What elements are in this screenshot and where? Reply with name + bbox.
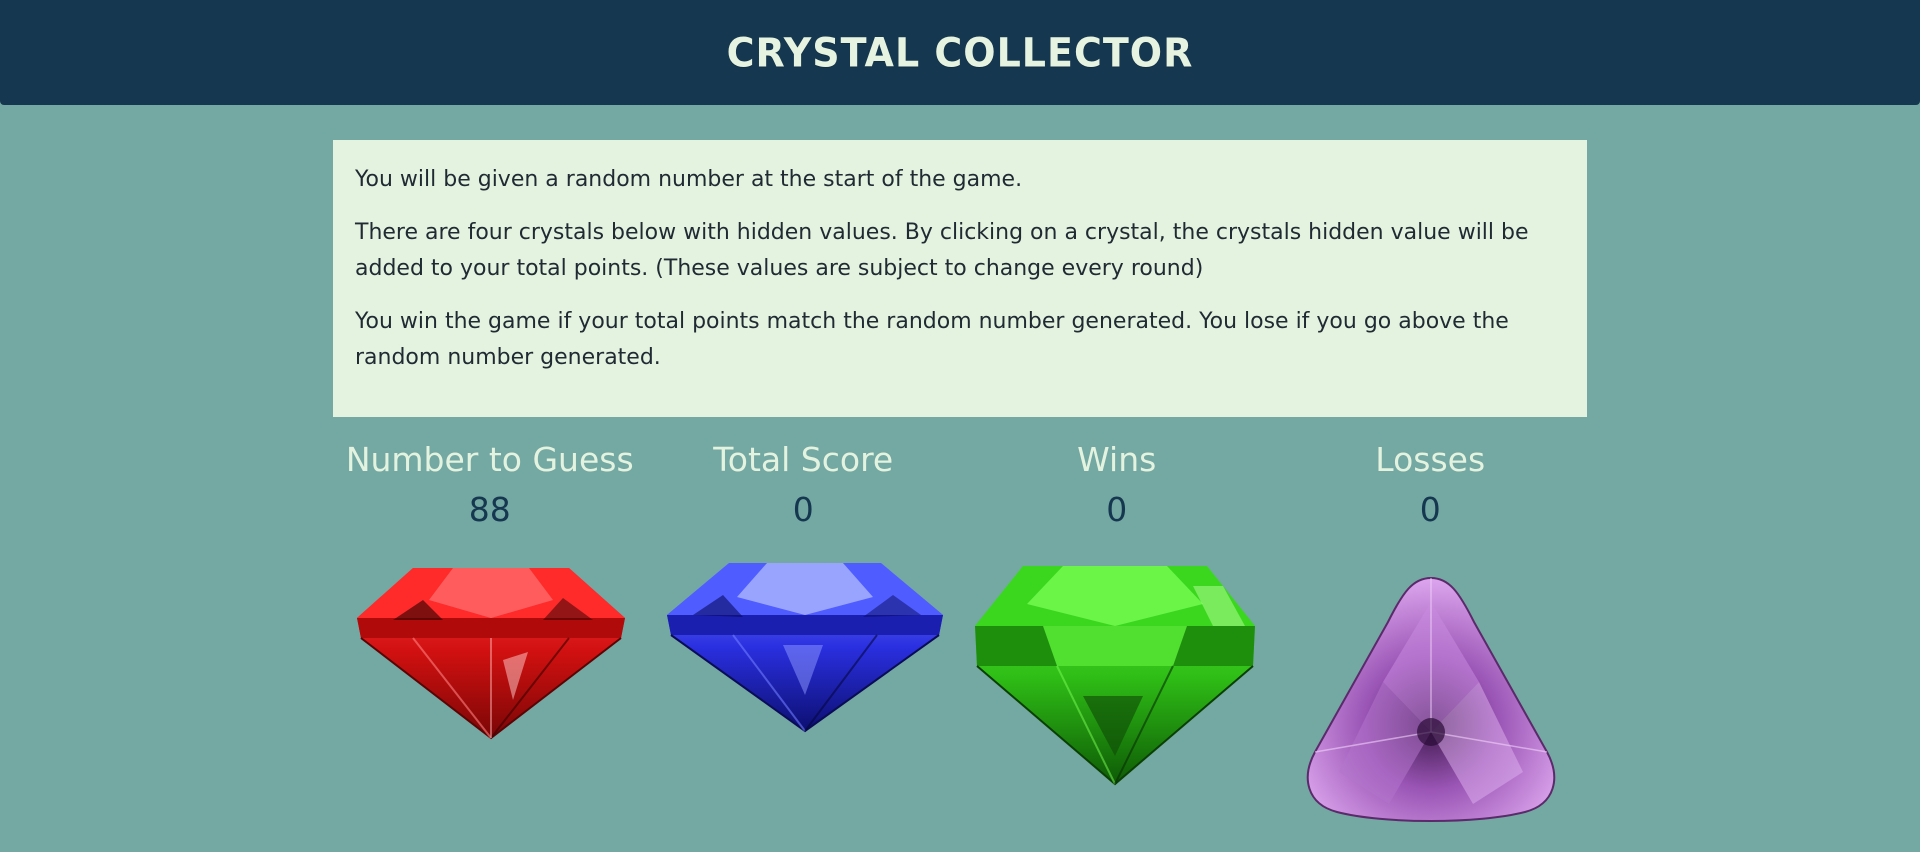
total-score-label: Total Score: [713, 440, 894, 479]
losses-value: 0: [1419, 490, 1441, 529]
instruction-paragraph-3: You win the game if your total points ma…: [355, 309, 1509, 370]
stats-row: Number to Guess 88 Total Score 0 Wins 0 …: [333, 435, 1587, 535]
stat-losses: Losses 0: [1274, 435, 1588, 535]
wins-value: 0: [1106, 490, 1128, 529]
stat-total-score: Total Score 0: [647, 435, 961, 535]
losses-label: Losses: [1375, 440, 1486, 479]
instruction-paragraph-1: You will be given a random number at the…: [355, 167, 1023, 192]
green-crystal[interactable]: [973, 556, 1257, 786]
instruction-paragraph-2: There are four crystals below with hidde…: [355, 220, 1529, 281]
page-title: CRYSTAL COLLECTOR: [726, 29, 1194, 76]
wins-label: Wins: [1077, 440, 1157, 479]
blue-crystal[interactable]: [663, 555, 947, 735]
stat-wins: Wins 0: [960, 435, 1274, 535]
stat-number-to-guess: Number to Guess 88: [333, 435, 647, 535]
purple-crystal[interactable]: [1299, 572, 1563, 826]
header-bar: CRYSTAL COLLECTOR: [0, 0, 1920, 105]
crystal-row: [333, 560, 1587, 830]
number-to-guess-label: Number to Guess: [345, 440, 634, 479]
total-score-value: 0: [792, 490, 814, 529]
instructions-panel: You will be given a random number at the…: [333, 140, 1587, 417]
number-to-guess-value: 88: [468, 490, 511, 529]
red-crystal[interactable]: [353, 560, 629, 740]
